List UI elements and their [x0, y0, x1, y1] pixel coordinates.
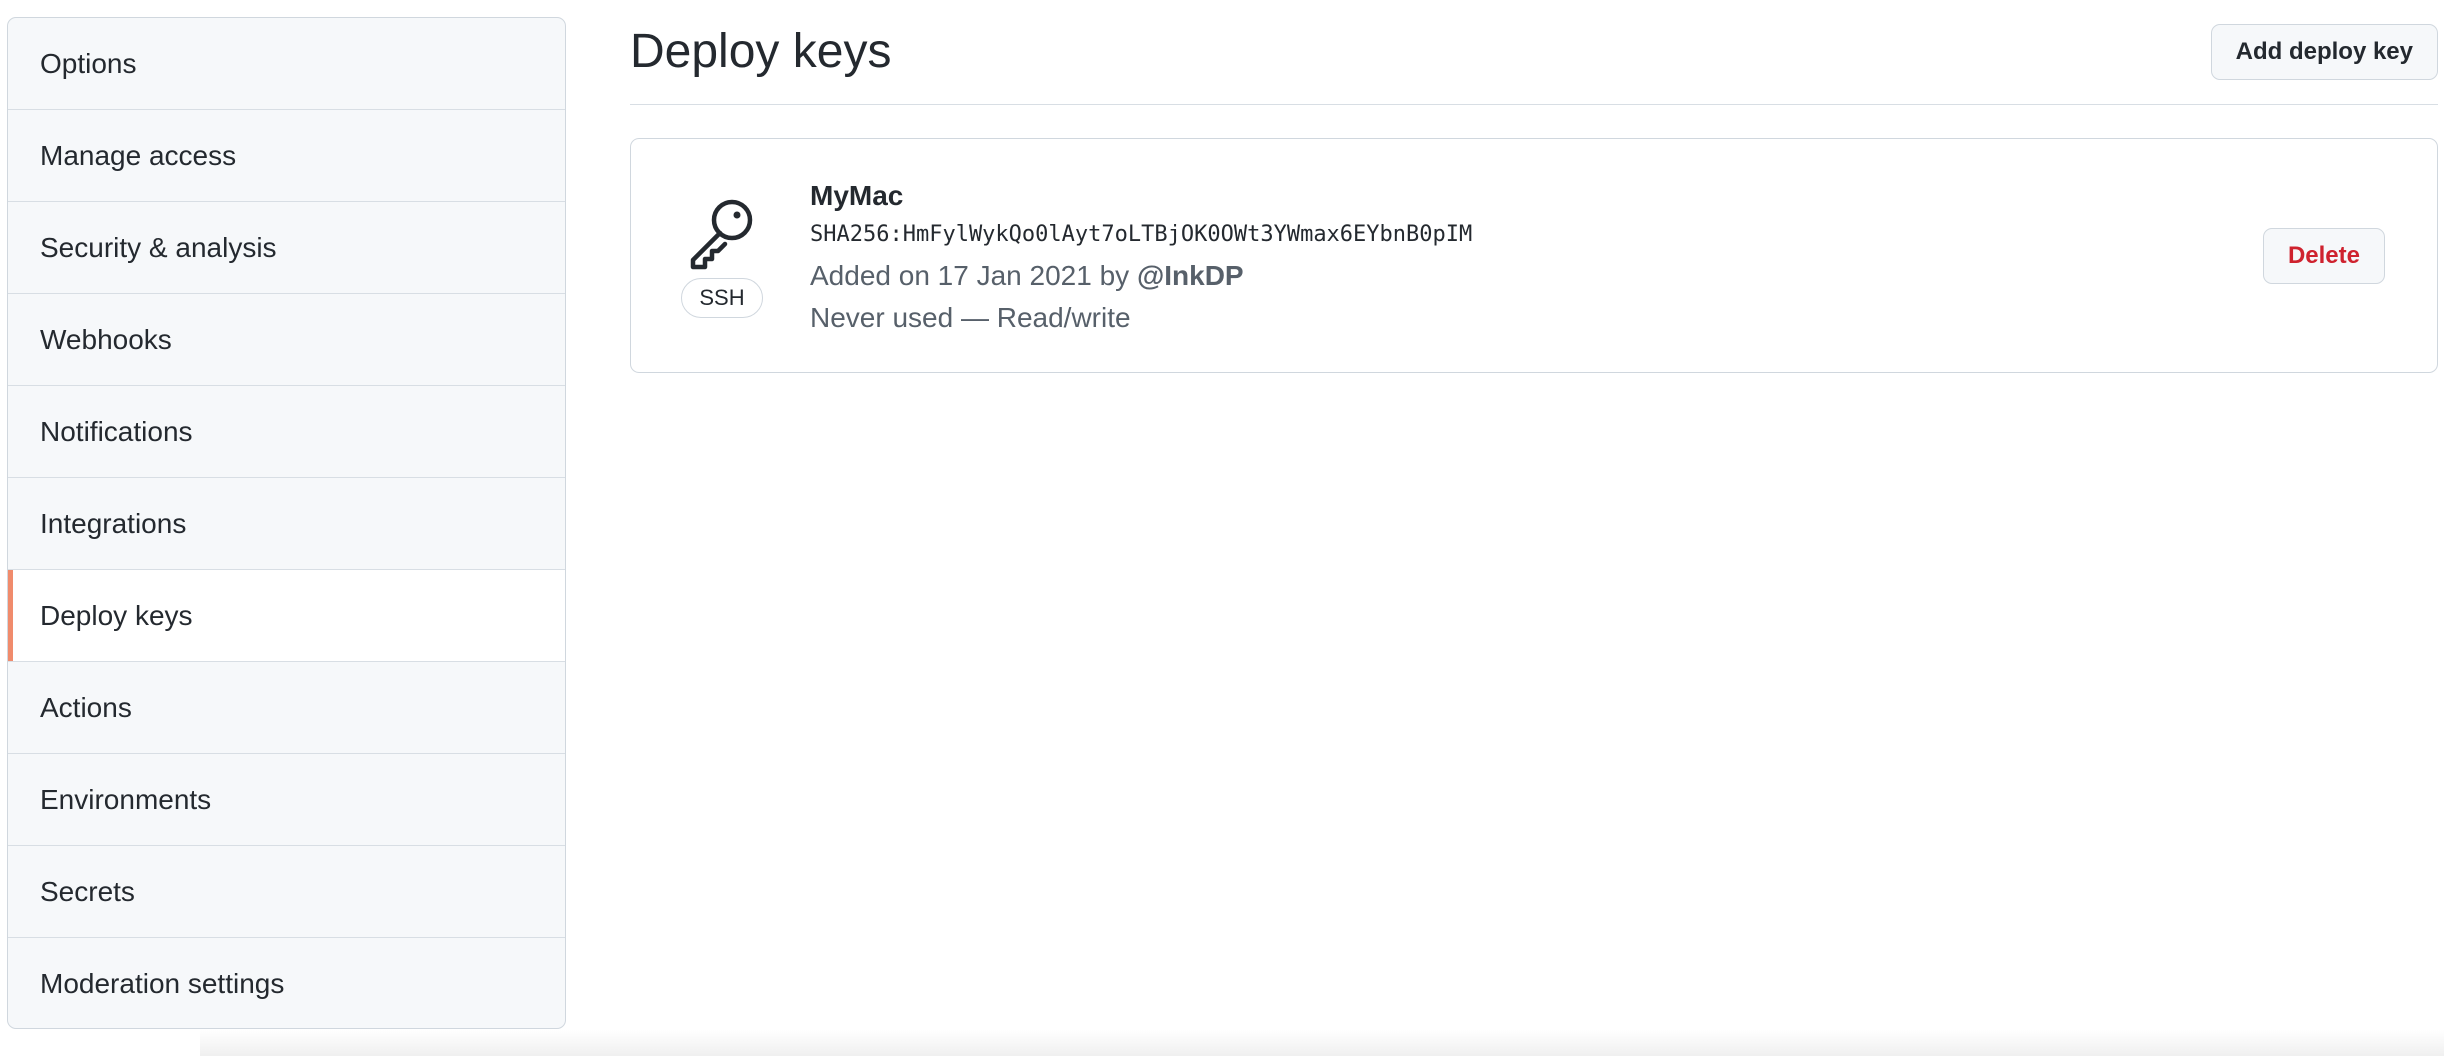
settings-page: Options Manage access Security & analysi… [0, 0, 2444, 1056]
sidebar-item-label: Environments [40, 783, 212, 815]
page-header: Deploy keys Add deploy key [630, 0, 2438, 105]
page-bottom-shadow [200, 1030, 2444, 1056]
settings-sidebar: Options Manage access Security & analysi… [7, 17, 566, 1029]
key-details: MyMac SHA256:HmFylWykQo0lAyt7oLTBjOK0OWt… [810, 177, 1472, 339]
key-fingerprint: SHA256:HmFylWykQo0lAyt7oLTBjOK0OWt3YWmax… [810, 222, 1473, 247]
sidebar-item-label: Integrations [40, 507, 187, 539]
sidebar-item-environments[interactable]: Environments [8, 754, 565, 846]
sidebar-item-label: Actions [40, 691, 132, 723]
sidebar-item-moderation-settings[interactable]: Moderation settings [8, 938, 565, 1028]
delete-key-button[interactable]: Delete [2262, 228, 2385, 284]
sidebar-item-label: Moderation settings [40, 968, 285, 999]
add-deploy-key-button[interactable]: Add deploy key [2210, 24, 2438, 80]
sidebar-item-options[interactable]: Options [8, 18, 565, 110]
sidebar-item-label: Options [40, 47, 137, 79]
deploy-key-item: SSH MyMac SHA256:HmFylWykQo0lAyt7oLTBjOK… [630, 138, 2438, 373]
key-icon [683, 191, 763, 271]
sidebar-item-secrets[interactable]: Secrets [8, 846, 565, 938]
key-added-prefix: Added on 17 Jan 2021 by [810, 260, 1130, 291]
sidebar-item-actions[interactable]: Actions [8, 662, 565, 754]
key-added-by-user[interactable]: @InkDP [1137, 260, 1244, 291]
sidebar-item-security-analysis[interactable]: Security & analysis [8, 202, 565, 294]
sidebar-item-label: Manage access [40, 139, 237, 171]
key-added-info: Added on 17 Jan 2021 by @InkDP [810, 255, 1472, 297]
sidebar-item-label: Webhooks [40, 323, 172, 355]
key-usage: Never used — Read/write [810, 302, 1131, 333]
sidebar-item-deploy-keys[interactable]: Deploy keys [8, 570, 565, 662]
key-type-badge: SSH [681, 278, 763, 318]
sidebar-item-manage-access[interactable]: Manage access [8, 110, 565, 202]
key-title: MyMac [810, 180, 904, 211]
sidebar-item-webhooks[interactable]: Webhooks [8, 294, 565, 386]
sidebar-item-label: Secrets [40, 875, 135, 907]
sidebar-item-label: Notifications [40, 415, 193, 447]
sidebar-item-label: Security & analysis [40, 231, 277, 263]
sidebar-item-integrations[interactable]: Integrations [8, 478, 565, 570]
sidebar-item-notifications[interactable]: Notifications [8, 386, 565, 478]
sidebar-item-label: Deploy keys [40, 599, 193, 631]
page-title: Deploy keys [630, 25, 892, 78]
